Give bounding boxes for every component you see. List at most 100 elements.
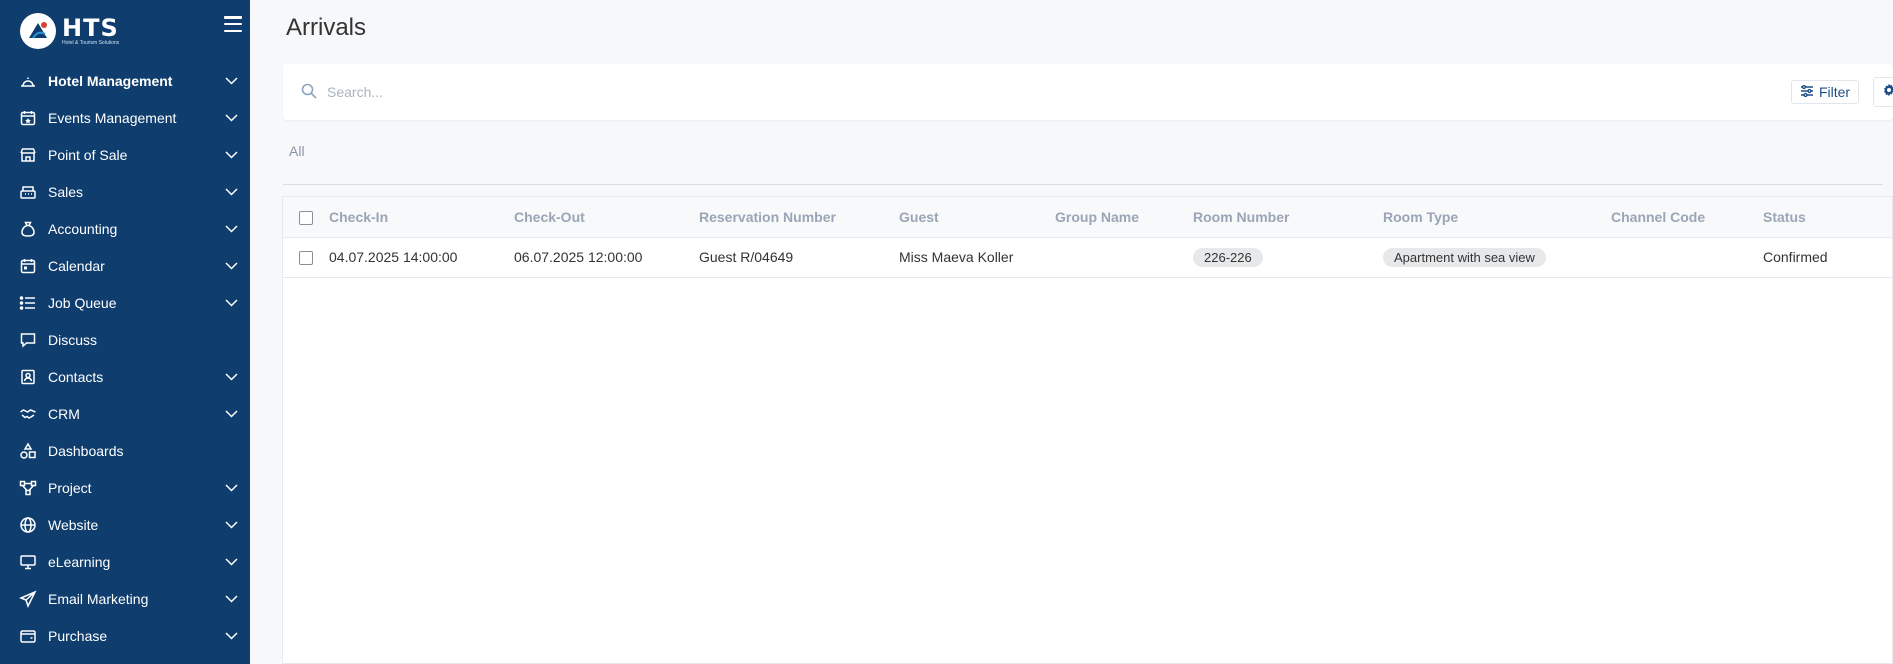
filter-label: Filter (1818, 84, 1851, 100)
search-input[interactable] (327, 78, 1627, 106)
select-all-checkbox[interactable] (299, 210, 313, 225)
row-checkbox[interactable] (299, 251, 313, 266)
shapes-icon (19, 442, 37, 460)
store-icon (19, 146, 37, 164)
gear-icon (1882, 83, 1893, 102)
sidebar-item-website[interactable]: Website (0, 506, 250, 543)
sidebar-item-accounting[interactable]: Accounting (0, 210, 250, 247)
sidebar-item-project[interactable]: Project (0, 469, 250, 506)
sliders-icon (1800, 84, 1814, 100)
cell-check-in: 04.07.2025 14:00:00 (329, 249, 458, 265)
chevron-down-icon[interactable] (224, 222, 238, 236)
sidebar-item-label: Events Management (48, 109, 177, 126)
sidebar-item-label: Purchase (48, 627, 108, 644)
contact-card-icon (19, 368, 37, 386)
chevron-down-icon[interactable] (224, 185, 238, 199)
sidebar-item-hotel-management[interactable]: Hotel Management (0, 62, 250, 99)
page-title: Arrivals (286, 14, 367, 41)
column-header-status[interactable]: Status (1763, 197, 1892, 237)
chevron-down-icon[interactable] (224, 111, 238, 125)
sidebar-item-label: Accounting (48, 220, 118, 237)
sidebar-item-label: eLearning (48, 553, 111, 570)
logo[interactable]: HTS Hotel & Tourism Solutions (20, 13, 119, 49)
chevron-down-icon[interactable] (224, 296, 238, 310)
cell-check-out: 06.07.2025 12:00:00 (514, 249, 643, 265)
sidebar-item-label: Calendar (48, 257, 105, 274)
sidebar-item-events-management[interactable]: Events Management (0, 99, 250, 136)
sidebar-item-elearning[interactable]: eLearning (0, 543, 250, 580)
arrivals-table: Check-In Check-Out Reservation Number Gu… (282, 196, 1893, 664)
money-bag-icon (19, 220, 37, 238)
column-header-group-name[interactable]: Group Name (1055, 197, 1193, 237)
sidebar-item-label: Discuss (48, 331, 98, 348)
sidebar-item-contacts[interactable]: Contacts (0, 358, 250, 395)
sidebar-item-calendar[interactable]: Calendar (0, 247, 250, 284)
tab-all[interactable]: All (289, 143, 305, 159)
chat-icon (19, 331, 37, 349)
sidebar-item-email-marketing[interactable]: Email Marketing (0, 580, 250, 617)
sidebar-item-purchase[interactable]: Purchase (0, 617, 250, 654)
sidebar-item-discuss[interactable]: Discuss (0, 321, 250, 358)
globe-icon (19, 516, 37, 534)
column-header-room-number[interactable]: Room Number (1193, 197, 1383, 237)
settings-button[interactable] (1873, 77, 1893, 107)
sidebar-item-job-queue[interactable]: Job Queue (0, 284, 250, 321)
list-icon (19, 294, 37, 312)
monitor-icon (19, 553, 37, 571)
brand: HTS Hotel & Tourism Solutions (0, 0, 250, 62)
sidebar-item-dashboards[interactable]: Dashboards (0, 432, 250, 469)
cell-group-name (1055, 237, 1193, 277)
chevron-down-icon[interactable] (224, 518, 238, 532)
sidebar-item-label: Contacts (48, 368, 104, 385)
chevron-down-icon[interactable] (224, 148, 238, 162)
sidebar-item-label: Dashboards (48, 442, 124, 459)
chevron-down-icon[interactable] (224, 481, 238, 495)
table-row[interactable]: 04.07.2025 14:00:00 06.07.2025 12:00:00 … (283, 237, 1892, 277)
search-icon (301, 83, 319, 101)
chevron-down-icon[interactable] (224, 592, 238, 606)
column-header-guest[interactable]: Guest (899, 197, 1055, 237)
table-header-row: Check-In Check-Out Reservation Number Gu… (283, 197, 1892, 237)
filter-button[interactable]: Filter (1791, 80, 1859, 104)
chevron-down-icon[interactable] (224, 555, 238, 569)
chevron-down-icon[interactable] (224, 629, 238, 643)
column-header-check-out[interactable]: Check-Out (514, 197, 699, 237)
logo-icon (20, 13, 56, 49)
sidebar-item-point-of-sale[interactable]: Point of Sale (0, 136, 250, 173)
cell-reservation-number: Guest R/04649 (699, 249, 794, 265)
sidebar-nav: Hotel Management Events Management Point… (0, 62, 250, 654)
cell-channel-code (1611, 237, 1763, 277)
column-header-room-type[interactable]: Room Type (1383, 197, 1611, 237)
room-number-tag: 226-226 (1193, 247, 1263, 267)
sidebar-item-sales[interactable]: Sales (0, 173, 250, 210)
sidebar-item-label: Hotel Management (48, 72, 173, 89)
sidebar-item-crm[interactable]: CRM (0, 395, 250, 432)
column-header-channel-code[interactable]: Channel Code (1611, 197, 1763, 237)
sidebar-item-label: Point of Sale (48, 146, 128, 163)
column-header-check-in[interactable]: Check-In (329, 197, 514, 237)
chevron-down-icon[interactable] (224, 259, 238, 273)
sidebar-item-label: CRM (48, 405, 80, 422)
bell-icon (19, 72, 37, 90)
search-bar: Filter (283, 64, 1893, 120)
register-icon (19, 183, 37, 201)
chevron-down-icon[interactable] (224, 370, 238, 384)
main-content: Arrivals Filter All (250, 0, 1893, 664)
brand-name: HTS (62, 14, 119, 42)
sidebar: HTS Hotel & Tourism Solutions Hotel Mana… (0, 0, 250, 664)
room-type-tag: Apartment with sea view (1383, 247, 1546, 267)
sidebar-item-label: Sales (48, 183, 84, 200)
chevron-down-icon[interactable] (224, 407, 238, 421)
menu-toggle-icon[interactable] (224, 16, 242, 32)
wallet-icon (19, 627, 37, 645)
calendar-star-icon (19, 109, 37, 127)
cell-status: Confirmed (1763, 249, 1828, 265)
handshake-icon (19, 405, 37, 423)
column-header-reservation-number[interactable]: Reservation Number (699, 197, 899, 237)
sidebar-item-label: Project (48, 479, 92, 496)
brand-tagline: Hotel & Tourism Solutions (62, 40, 120, 46)
cell-guest: Miss Maeva Koller (899, 249, 1014, 265)
chevron-down-icon[interactable] (224, 74, 238, 88)
sidebar-item-label: Email Marketing (48, 590, 149, 607)
calendar-icon (19, 257, 37, 275)
